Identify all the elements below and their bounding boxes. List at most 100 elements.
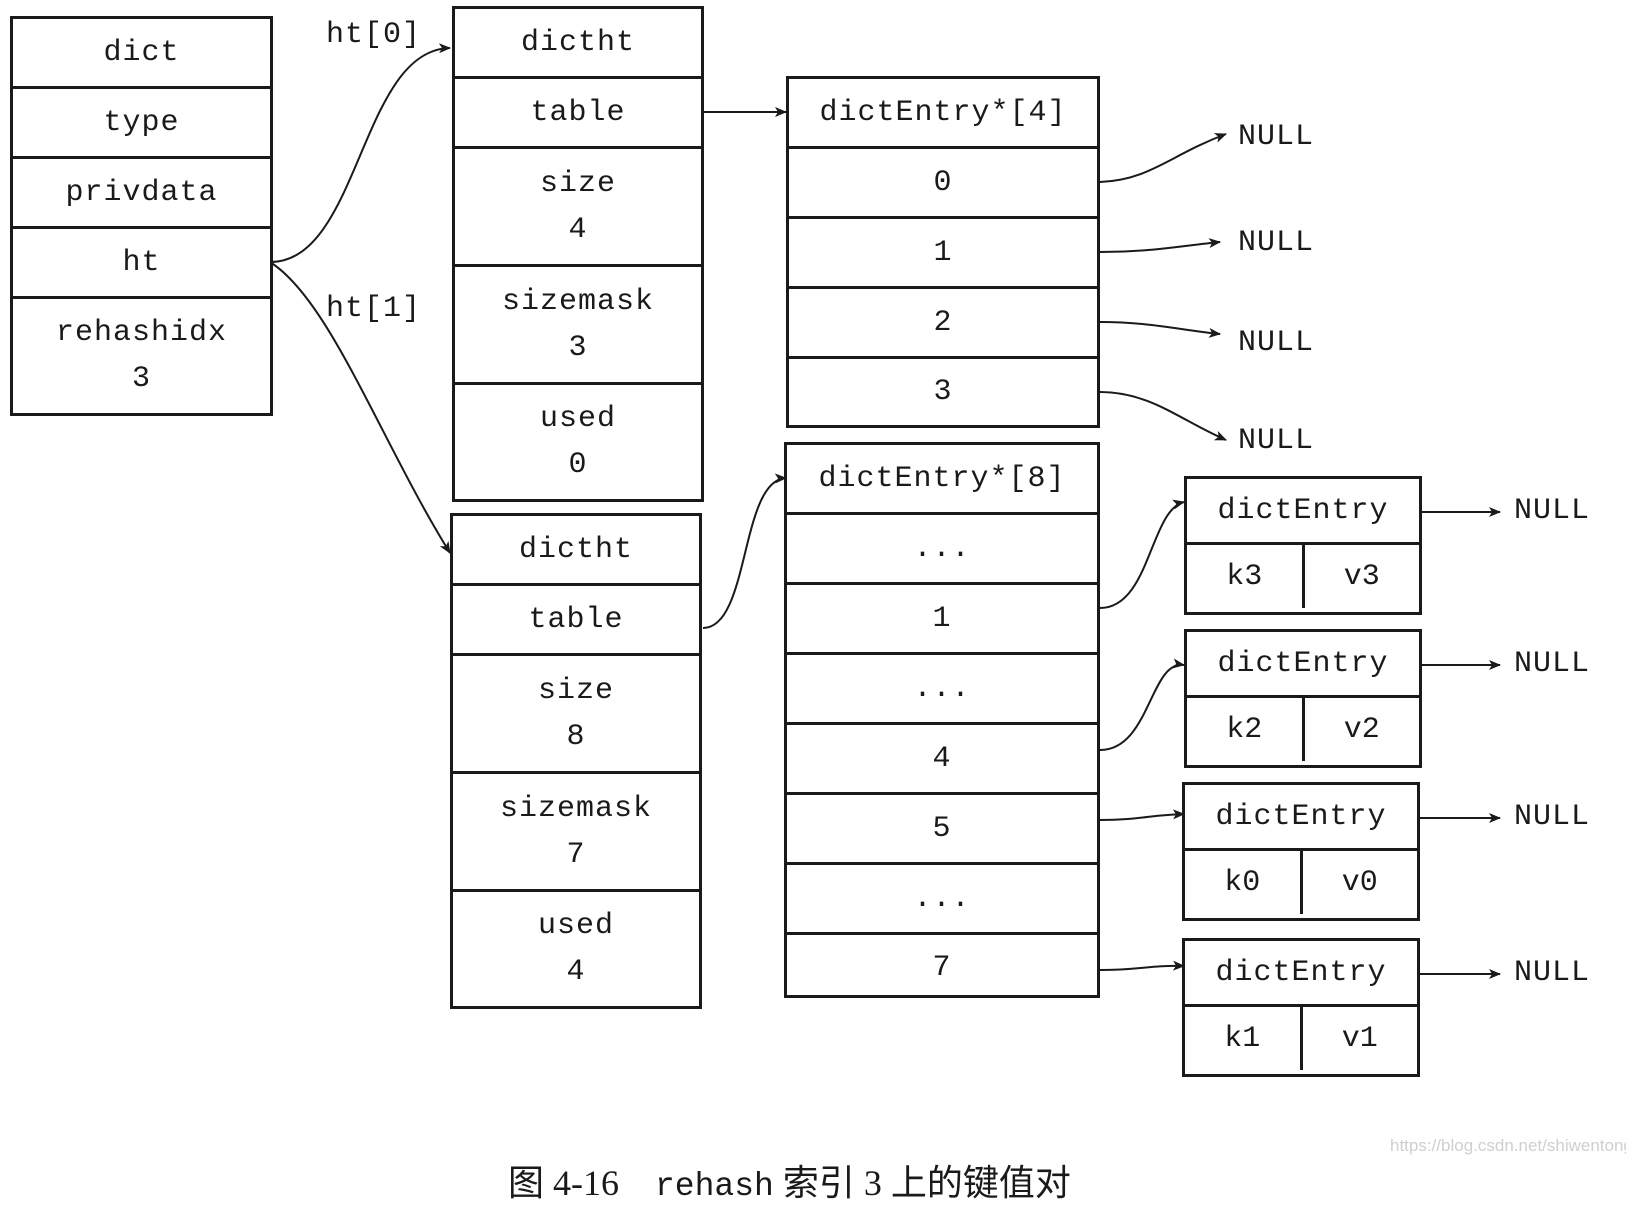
dict-entry: dictEntry k1 v1 [1182,938,1420,1077]
title-text: dictht [520,25,636,60]
watermark: https://blog.csdn.net/shiwentong [1390,1136,1626,1155]
entry-value: v1 [1341,1021,1378,1056]
table-slot: 0 [789,149,1097,219]
dict-title: dict [13,19,270,89]
dict-field-rehashidx: rehashidx 3 [13,299,270,413]
arrow-slot1-entry-k3 [1099,499,1185,609]
caption-code: rehash [655,1168,774,1205]
label-ht1: ht[1] [326,292,422,326]
dict-field-privdata: privdata [13,159,270,229]
arrow-slot0-null [1099,133,1227,183]
null-label: NULL [1238,326,1315,360]
table-slot: ... [787,865,1097,935]
arrow-slot5-entry-k0 [1099,809,1185,821]
caption-text: 索引 3 上的键值对 [782,1163,1071,1203]
field-text: sizemask [499,791,653,826]
table-slot: 7 [787,935,1097,1001]
null-label: NULL [1514,494,1591,528]
field-text: used [537,909,614,943]
table-slot: 4 [787,725,1097,795]
title-text: dictht [518,532,634,567]
table-slot: 2 [789,289,1097,359]
title-text: dictEntry*[4] [819,95,1067,130]
label-ht0: ht[0] [326,18,422,52]
title-text: dictEntry*[8] [818,461,1066,496]
field-text: size [539,166,616,201]
field-text: sizemask [501,284,655,319]
slot-text: 4 [932,741,952,776]
entry-value: v0 [1341,865,1378,900]
slot-text: ... [913,531,971,566]
entry-key: k3 [1187,545,1305,608]
table-title: dictEntry*[8] [787,445,1097,515]
null-label: NULL [1238,120,1315,154]
null-label: NULL [1514,647,1591,681]
slot-text: ... [913,671,971,706]
dict-struct: dict type privdata ht rehashidx 3 [10,16,273,416]
field-value: 4 [566,955,586,989]
null-label: NULL [1514,956,1591,990]
dict-title-text: dict [103,35,180,70]
figure-caption: 图 4-16 rehash 索引 3 上的键值对 [490,1112,1071,1206]
null-label: NULL [1238,226,1315,260]
field-value: 8 [566,719,586,754]
dictht-0: dictht table size 4 sizemask 3 used 0 [452,6,704,502]
entry-key: k0 [1185,851,1303,914]
slot-text: 1 [932,601,952,636]
field-text: rehashidx [55,316,228,350]
arrow-slot3-null [1099,391,1227,441]
field-text: size [537,673,614,708]
field-text: used [539,402,616,436]
table-slot: 1 [789,219,1097,289]
field-text: table [528,602,624,637]
slot-text: 0 [933,165,953,200]
dictht-title: dictht [453,516,699,586]
field-value: 3 [131,362,151,396]
slot-text: ... [913,881,971,916]
dictht-used: used 4 [453,892,699,1006]
dictht-size: size 8 [453,656,699,774]
dict-field-type: type [13,89,270,159]
table-8: dictEntry*[8] ... 1 ... 4 5 ... 7 [784,442,1100,998]
entry-title: dictEntry [1187,479,1419,545]
slot-text: 2 [933,305,953,340]
entry-value: v3 [1343,559,1380,594]
null-label: NULL [1238,424,1315,458]
slot-text: 5 [932,811,952,846]
field-text: ht [122,245,161,280]
field-text: type [103,105,180,140]
dict-entry: dictEntry k0 v0 [1182,782,1420,921]
entry-key: k2 [1187,698,1305,761]
arrow-ht-to-ht0 [269,43,451,263]
dictht-table: table [455,79,701,149]
dictht-1: dictht table size 8 sizemask 7 used 4 [450,513,702,1009]
field-value: 3 [568,330,588,365]
dictht-table: table [453,586,699,656]
arrow-slot1-null [1099,238,1221,253]
caption-figure: 图 4-16 [508,1163,619,1203]
slot-text: 7 [932,951,952,985]
dictht-title: dictht [455,9,701,79]
table-4: dictEntry*[4] 0 1 2 3 [786,76,1100,428]
dict-field-ht: ht [13,229,270,299]
field-value: 7 [566,837,586,872]
table-slot: 1 [787,585,1097,655]
dict-entry: dictEntry k3 v3 [1184,476,1422,615]
entry-title: dictEntry [1185,941,1417,1007]
field-value: 4 [568,212,588,247]
field-value: 0 [568,448,588,482]
dictht-size: size 4 [455,149,701,267]
dictht-used: used 0 [455,385,701,499]
field-text: privdata [65,175,218,210]
table-slot: 3 [789,359,1097,425]
table-slot: ... [787,655,1097,725]
table-slot: ... [787,515,1097,585]
table-slot: 5 [787,795,1097,865]
arrow-slot7-entry-k1 [1099,960,1185,971]
arrow-slot2-null [1099,321,1221,338]
field-text: table [530,95,626,130]
entry-value: v2 [1343,712,1380,747]
dictht-sizemask: sizemask 3 [455,267,701,385]
table-title: dictEntry*[4] [789,79,1097,149]
entry-title: dictEntry [1185,785,1417,851]
